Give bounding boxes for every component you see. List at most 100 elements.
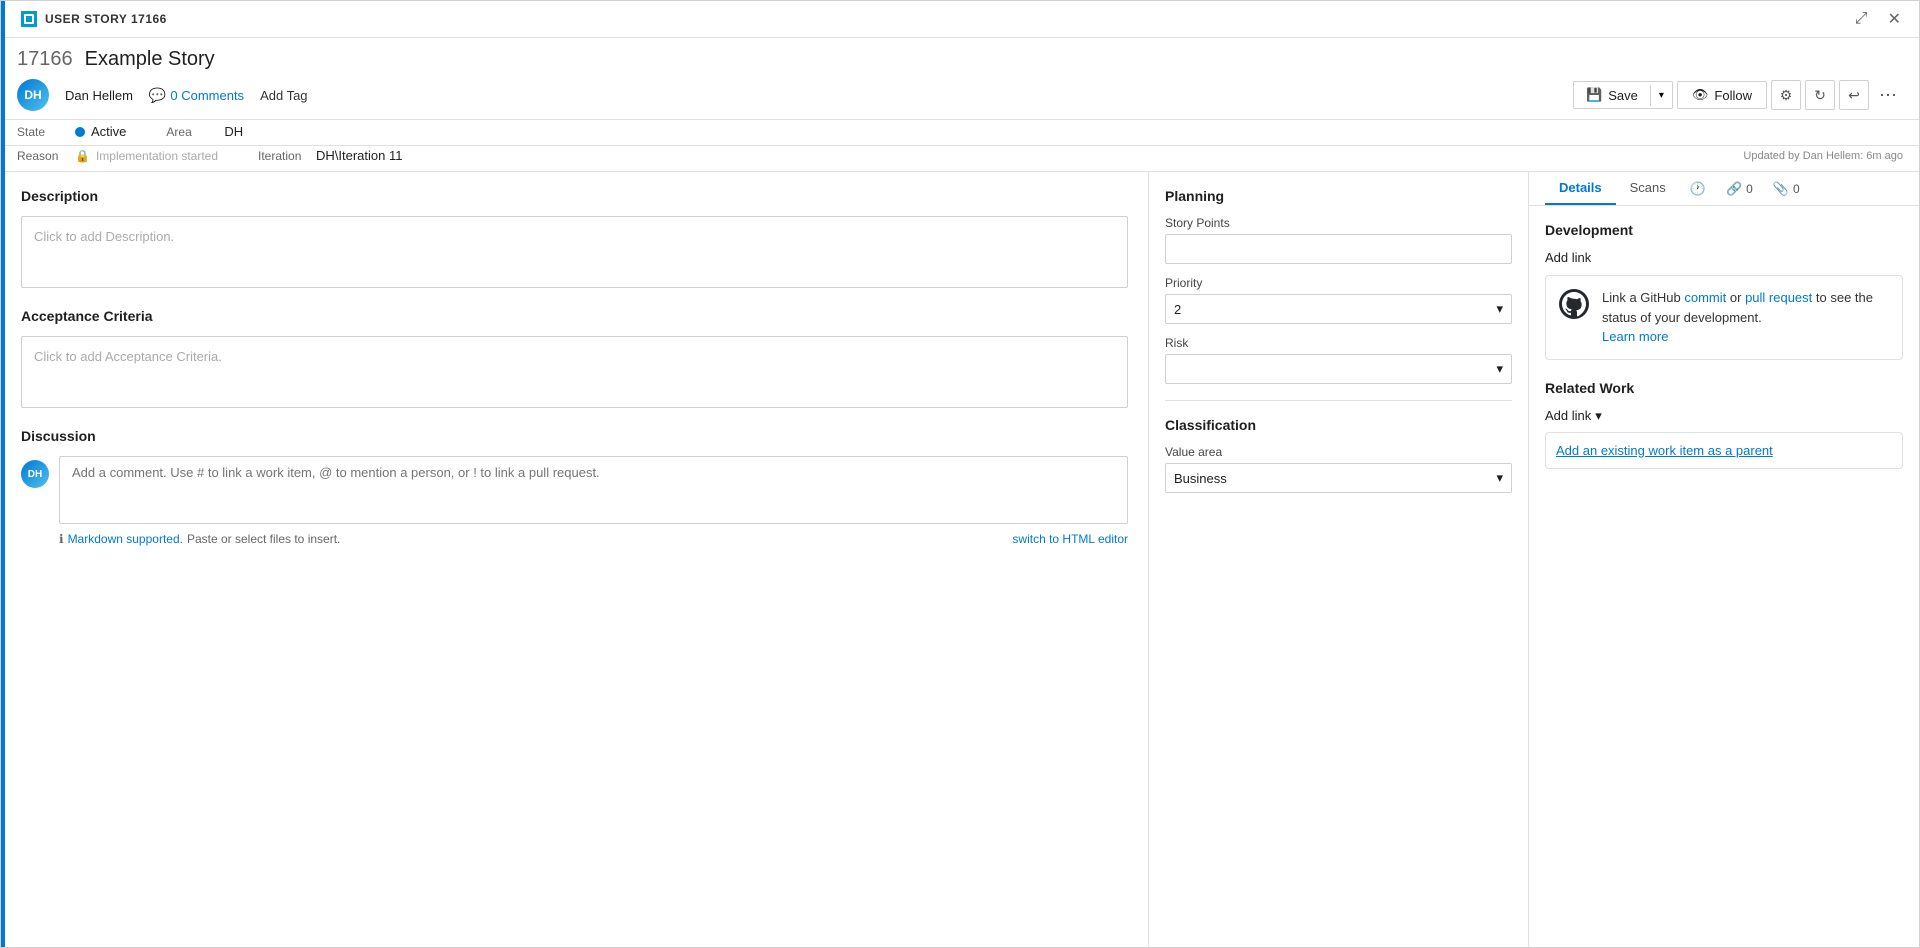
link-icon: 🔗	[1726, 181, 1742, 197]
save-icon: 💾	[1586, 87, 1602, 103]
author-name: Dan Hellem	[65, 88, 133, 103]
development-heading: Development	[1545, 222, 1903, 238]
add-existing-parent-container: Add an existing work item as a parent	[1545, 432, 1903, 469]
more-options-button[interactable]: ⋯	[1873, 80, 1903, 110]
save-main-button[interactable]: 💾 Save	[1574, 82, 1650, 108]
github-commit-link[interactable]: commit	[1684, 290, 1726, 305]
area-value[interactable]: DH	[224, 124, 243, 139]
updated-info: Updated by Dan Hellem: 6m ago	[1743, 150, 1903, 162]
markdown-paste-note: Paste or select files to insert.	[187, 532, 340, 546]
github-box: Link a GitHub commit or pull request to …	[1545, 275, 1903, 360]
iteration-value[interactable]: DH\Iteration 11	[316, 148, 402, 163]
title-bar: USER STORY 17166 ⤢ ✕	[1, 1, 1919, 38]
content-area: Description Click to add Description. Ac…	[1, 172, 1919, 947]
learn-more-link[interactable]: Learn more	[1602, 329, 1668, 344]
priority-select[interactable]: 2 ▾	[1165, 294, 1512, 324]
state-text[interactable]: Active	[91, 124, 126, 139]
discussion-section: Discussion DH ℹ Markdown supported. Past…	[21, 428, 1128, 546]
related-work-section: Related Work Add link ▾ Add an existing …	[1545, 380, 1903, 469]
save-dropdown-button[interactable]: ▾	[1650, 85, 1672, 106]
github-pull-request-link[interactable]: pull request	[1745, 290, 1812, 305]
title-bar-controls: ⤢ ✕	[1849, 7, 1907, 31]
save-label: Save	[1608, 88, 1638, 103]
value-area-field: Value area Business ▾	[1165, 445, 1512, 493]
attachments-count: 0	[1793, 182, 1800, 196]
switch-editor-link[interactable]: switch to HTML editor	[1012, 532, 1128, 546]
description-editor[interactable]: Click to add Description.	[21, 216, 1128, 288]
reason-icon: 🔒	[75, 149, 90, 163]
comment-input[interactable]	[59, 456, 1128, 524]
description-heading: Description	[21, 188, 1128, 204]
state-group: State Active	[17, 124, 126, 139]
links-count: 0	[1746, 182, 1753, 196]
work-header: 17166 Example Story DH Dan Hellem 💬 0 Co…	[1, 38, 1919, 120]
risk-chevron: ▾	[1496, 361, 1503, 377]
comments-link[interactable]: 💬 0 Comments	[149, 87, 244, 104]
acceptance-criteria-editor[interactable]: Click to add Acceptance Criteria.	[21, 336, 1128, 408]
classification-section: Classification Value area Business ▾	[1165, 417, 1512, 493]
story-points-input[interactable]	[1165, 234, 1512, 264]
right-tabs: Details Scans 🕐 🔗 0 📎 0	[1529, 172, 1919, 206]
close-button[interactable]: ✕	[1882, 7, 1907, 31]
tab-links-button[interactable]: 🔗 0	[1716, 175, 1763, 203]
github-text-1: Link a GitHub	[1602, 290, 1684, 305]
value-area-label: Value area	[1165, 445, 1512, 459]
tab-scans[interactable]: Scans	[1616, 172, 1680, 205]
story-points-field: Story Points	[1165, 216, 1512, 264]
risk-select[interactable]: ▾	[1165, 354, 1512, 384]
planning-heading: Planning	[1165, 188, 1512, 204]
work-id: 17166	[17, 48, 73, 71]
save-button-group: 💾 Save ▾	[1573, 81, 1673, 109]
story-points-label: Story Points	[1165, 216, 1512, 230]
planning-section: Planning Story Points Priority 2 ▾ Risk	[1165, 188, 1512, 384]
description-section: Description Click to add Description.	[21, 188, 1128, 288]
settings-button[interactable]: ⚙	[1771, 80, 1801, 110]
add-existing-parent-link[interactable]: Add an existing work item as a parent	[1556, 443, 1773, 458]
title-bar-title: USER STORY 17166	[45, 12, 167, 26]
undo-icon: ↩	[1848, 87, 1860, 104]
expand-button[interactable]: ⤢	[1849, 7, 1874, 31]
related-add-link-button[interactable]: Add link ▾	[1545, 408, 1602, 424]
refresh-button[interactable]: ↻	[1805, 80, 1835, 110]
value-area-select[interactable]: Business ▾	[1165, 463, 1512, 493]
markdown-note: ℹ Markdown supported. Paste or select fi…	[59, 532, 340, 546]
development-section: Development Add link Link a GitHub commi…	[1545, 222, 1903, 360]
reason-text[interactable]: Implementation started	[96, 149, 218, 163]
state-label: State	[17, 125, 67, 139]
value-area-chevron: ▾	[1496, 470, 1503, 486]
development-add-link-button[interactable]: Add link	[1545, 250, 1591, 265]
title-bar-left: USER STORY 17166	[21, 11, 167, 27]
middle-panel: Planning Story Points Priority 2 ▾ Risk	[1149, 172, 1529, 947]
value-area-value: Business	[1174, 471, 1227, 486]
tab-attachments-button[interactable]: 📎 0	[1763, 175, 1810, 203]
priority-chevron: ▾	[1496, 301, 1503, 317]
github-icon	[1558, 288, 1590, 320]
related-add-link-label: Add link	[1545, 408, 1591, 423]
iteration-label: Iteration	[258, 149, 308, 163]
follow-button[interactable]: 👁 Follow	[1677, 81, 1767, 109]
work-id-title-row: 17166 Example Story	[17, 48, 1903, 71]
markdown-supported-link[interactable]: Markdown supported.	[68, 532, 183, 546]
state-value: Active	[75, 124, 126, 139]
avatar: DH	[17, 79, 49, 111]
iteration-group: Iteration DH\Iteration 11	[258, 148, 402, 163]
acceptance-criteria-placeholder: Click to add Acceptance Criteria.	[34, 349, 222, 364]
priority-field: Priority 2 ▾	[1165, 276, 1512, 324]
add-tag-button[interactable]: Add Tag	[260, 88, 307, 103]
tab-history-button[interactable]: 🕐	[1680, 175, 1716, 203]
tab-details[interactable]: Details	[1545, 172, 1616, 205]
fields-row-2: Reason 🔒 Implementation started Iteratio…	[1, 146, 1919, 172]
info-icon: ℹ	[59, 532, 64, 546]
discussion-avatar: DH	[21, 460, 49, 488]
fields-row: State Active Area DH	[1, 120, 1919, 146]
add-link-label: Add link	[1545, 250, 1591, 265]
work-title[interactable]: Example Story	[85, 48, 215, 71]
description-placeholder: Click to add Description.	[34, 229, 174, 244]
risk-field: Risk ▾	[1165, 336, 1512, 384]
discussion-footer: ℹ Markdown supported. Paste or select fi…	[21, 532, 1128, 546]
related-work-heading: Related Work	[1545, 380, 1903, 396]
reason-group: Reason 🔒 Implementation started	[17, 149, 218, 163]
history-icon: 🕐	[1690, 181, 1706, 197]
reason-label: Reason	[17, 149, 67, 163]
undo-button[interactable]: ↩	[1839, 80, 1869, 110]
